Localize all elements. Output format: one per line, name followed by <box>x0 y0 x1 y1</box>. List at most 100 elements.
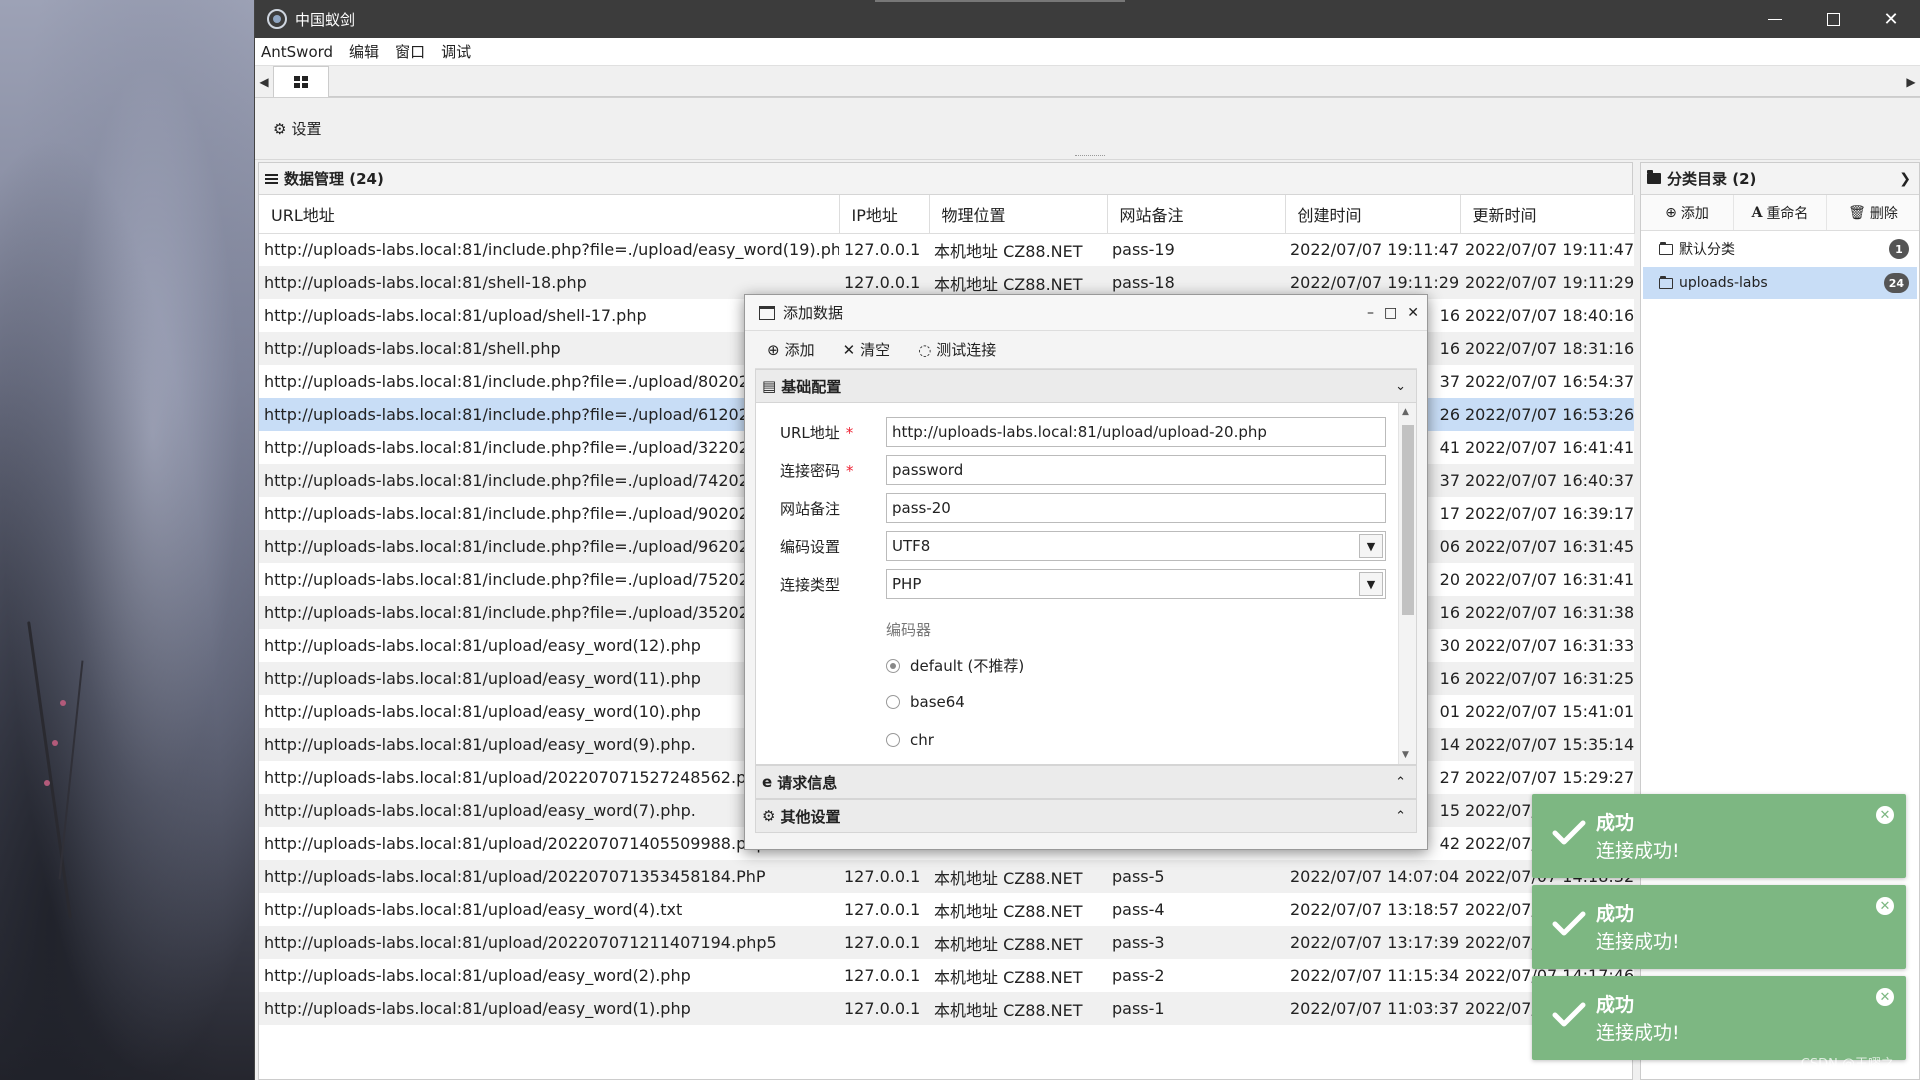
dialog-add-label: 添加 <box>784 341 815 359</box>
minimize-button[interactable] <box>1746 0 1804 38</box>
radio-icon <box>886 695 900 709</box>
close-button[interactable]: ✕ <box>1862 0 1920 38</box>
form-scrollbar[interactable]: ▲ ▼ <box>1398 403 1416 764</box>
cell-updated: 2022/07/07 16:31:33 <box>1460 629 1634 662</box>
cell-updated: 2022/07/07 16:31:41 <box>1460 563 1634 596</box>
menu-debug[interactable]: 调试 <box>441 41 471 62</box>
category-rename-button[interactable]: A 重命名 <box>1734 195 1827 230</box>
dialog-close-icon[interactable]: ✕ <box>1407 305 1419 321</box>
folder-outline-icon <box>1659 241 1673 255</box>
category-delete-button[interactable]: 🗑 删除 <box>1827 195 1919 230</box>
table-header-row: URL地址 IP地址 物理位置 网站备注 创建时间 更新时间 <box>259 195 1635 234</box>
table-row[interactable]: http://uploads-labs.local:81/include.php… <box>259 233 1634 266</box>
tab-home[interactable] <box>273 66 329 97</box>
maximize-button[interactable] <box>1804 0 1862 38</box>
tab-strip-empty <box>329 66 1920 97</box>
settings-button[interactable]: ⚙ 设置 <box>273 118 321 139</box>
cell-updated: 2022/07/07 16:31:45 <box>1460 530 1634 563</box>
cell-url: http://uploads-labs.local:81/upload/easy… <box>259 992 839 1025</box>
col-header-location[interactable]: 物理位置 <box>929 195 1108 234</box>
cell-created: 2022/07/07 14:07:04 <box>1285 860 1460 893</box>
tab-scroll-left-icon[interactable]: ◀ <box>255 75 273 89</box>
cell-location: 本机地址 CZ88.NET <box>929 893 1107 926</box>
scroll-thumb[interactable] <box>1402 425 1414 615</box>
scroll-down-icon[interactable]: ▼ <box>1402 750 1409 760</box>
close-icon: ✕ <box>1883 8 1899 30</box>
resize-handle[interactable] <box>1075 155 1105 157</box>
menu-antsword[interactable]: AntSword <box>261 43 333 61</box>
col-header-url[interactable]: URL地址 <box>259 195 840 234</box>
dialog-add-button[interactable]: ⊕ 添加 <box>767 339 815 360</box>
dialog-minimize-icon[interactable]: – <box>1367 305 1374 321</box>
plant-stem <box>27 621 72 919</box>
table-row[interactable]: http://uploads-labs.local:81/upload/easy… <box>259 893 1634 926</box>
window-controls: ✕ <box>1746 0 1920 38</box>
col-header-note[interactable]: 网站备注 <box>1107 195 1286 234</box>
title-bar[interactable]: 中国蚁剑 ✕ <box>255 0 1920 38</box>
url-input[interactable]: http://uploads-labs.local:81/upload/uplo… <box>886 417 1386 447</box>
request-info-section-header[interactable]: e 请求信息 ⌃ <box>755 765 1417 799</box>
font-icon: A <box>1751 204 1763 221</box>
encoder-option-chr[interactable]: chr <box>886 731 934 749</box>
dialog-clear-button[interactable]: ✕ 清空 <box>843 339 891 360</box>
title-accent-line <box>875 0 1125 2</box>
dialog-title-bar[interactable]: 添加数据 – □ ✕ <box>745 295 1427 331</box>
category-item-default[interactable]: 默认分类 1 <box>1643 233 1917 265</box>
category-delete-label: 删除 <box>1869 205 1898 222</box>
cell-note: pass-5 <box>1107 860 1285 893</box>
col-header-ip[interactable]: IP地址 <box>839 195 930 234</box>
dialog-maximize-icon[interactable]: □ <box>1384 305 1397 321</box>
basic-config-section-header[interactable]: ▤ 基础配置 ⌄ <box>755 369 1417 403</box>
encoder-option-default[interactable]: default (不推荐) <box>886 655 1024 676</box>
category-add-label: 添加 <box>1680 205 1709 222</box>
toast-message: 连接成功! <box>1596 931 1680 953</box>
cell-updated: 2022/07/07 15:35:14 <box>1460 728 1634 761</box>
type-row: 连接类型 PHP ▼ <box>780 569 1386 599</box>
category-count-badge: 1 <box>1889 239 1909 259</box>
toast-message: 连接成功! <box>1596 840 1680 862</box>
col-header-updated[interactable]: 更新时间 <box>1460 195 1635 234</box>
watermark: CSDN @王嘐之 <box>1800 1057 1894 1072</box>
col-header-created[interactable]: 创建时间 <box>1285 195 1461 234</box>
password-input[interactable]: password <box>886 455 1386 485</box>
category-item-label: 默认分类 <box>1679 242 1735 258</box>
encoder-option-label: base64 <box>910 693 965 711</box>
trash-icon: 🗑 <box>1848 204 1866 221</box>
spinner-icon: ◌ <box>918 340 932 359</box>
menu-window[interactable]: 窗口 <box>395 41 425 62</box>
cell-location: 本机地址 CZ88.NET <box>929 959 1107 992</box>
table-row[interactable]: http://uploads-labs.local:81/upload/easy… <box>259 992 1634 1025</box>
cell-updated: 2022/07/07 16:53:26 <box>1460 398 1634 431</box>
dialog-test-connection-button[interactable]: ◌ 测试连接 <box>918 339 996 360</box>
basic-config-title: 基础配置 <box>781 377 842 396</box>
table-row[interactable]: http://uploads-labs.local:81/upload/easy… <box>259 959 1634 992</box>
cell-note: pass-2 <box>1107 959 1285 992</box>
folder-outline-icon <box>1659 275 1673 289</box>
toast-close-icon[interactable]: ✕ <box>1876 806 1894 824</box>
dialog-controls: – □ ✕ <box>1367 305 1419 321</box>
encoder-option-base64[interactable]: base64 <box>886 693 965 711</box>
encoding-select[interactable]: UTF8 ▼ <box>886 531 1386 561</box>
chevron-down-icon: ▼ <box>1359 572 1383 596</box>
window-icon <box>759 305 775 320</box>
menu-edit[interactable]: 编辑 <box>349 41 379 62</box>
cell-location: 本机地址 CZ88.NET <box>929 992 1107 1025</box>
tab-scroll-right-icon[interactable]: ▶ <box>1902 75 1920 89</box>
note-input[interactable]: pass-20 <box>886 493 1386 523</box>
scroll-up-icon[interactable]: ▲ <box>1402 407 1409 417</box>
category-add-button[interactable]: ⊕ 添加 <box>1641 195 1734 230</box>
type-select[interactable]: PHP ▼ <box>886 569 1386 599</box>
other-settings-section-header[interactable]: ⚙ 其他设置 ⌃ <box>755 799 1417 833</box>
settings-label: 设置 <box>291 120 322 138</box>
category-item-label: uploads-labs <box>1679 275 1768 291</box>
toast-close-icon[interactable]: ✕ <box>1876 988 1894 1006</box>
table-row[interactable]: http://uploads-labs.local:81/upload/2022… <box>259 860 1634 893</box>
cell-url: http://uploads-labs.local:81/upload/2022… <box>259 860 839 893</box>
cell-url: http://uploads-labs.local:81/include.php… <box>259 233 839 266</box>
chevron-right-icon[interactable]: ❯ <box>1899 171 1911 187</box>
toast-title: 成功 <box>1596 994 1635 1016</box>
category-item-uploads-labs[interactable]: uploads-labs 24 <box>1643 267 1917 299</box>
toast-close-icon[interactable]: ✕ <box>1876 897 1894 915</box>
cell-ip: 127.0.0.1 <box>839 893 929 926</box>
table-row[interactable]: http://uploads-labs.local:81/upload/2022… <box>259 926 1634 959</box>
